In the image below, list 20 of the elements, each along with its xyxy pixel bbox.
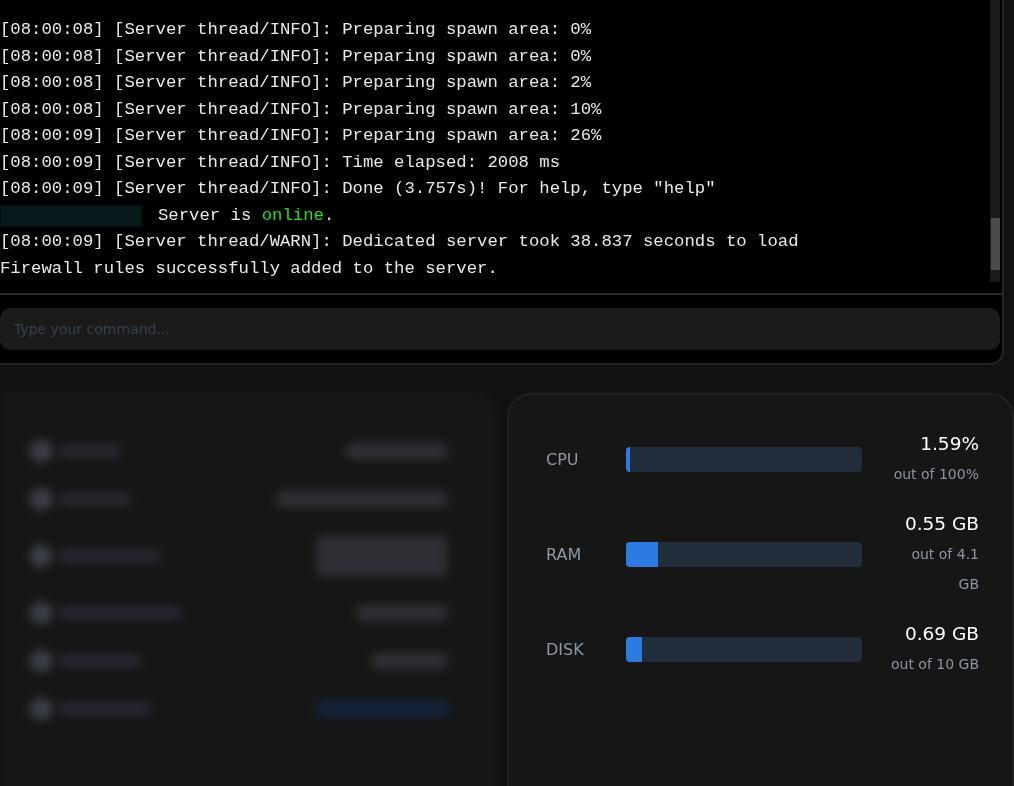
log-line: [08:00:09] [Server thread/INFO]: Preparing spawn area: 26% — [0, 125, 603, 147]
log-line: [08:00:08] [Server thread/INFO]: Preparing spawn area: 0% — [0, 19, 593, 41]
resource-label: RAM — [546, 544, 583, 564]
usage-total: out of 100% — [892, 465, 979, 484]
usage-value: 1.59% — [919, 432, 979, 456]
log-line: [08:00:08] [Server thread/INFO]: Preparing spawn area: 0% — [0, 45, 593, 68]
log-line: [08:00:08] [Server thread/INFO]: Preparing spawn area: 2% — [0, 72, 593, 94]
resource-label: DISK — [546, 639, 585, 659]
log-line: Firewall rules successfully added to the server. — [0, 257, 499, 280]
log-line: [08:00:09] [Server thread/INFO]: Done (3.757s)! For help, type "help" — [0, 178, 717, 200]
log-line: [08:00:09] [Server thread/WARN]: Dedicated server took 38.837 seconds to load — [0, 231, 800, 253]
usage-value: 0.55 GB — [903, 512, 979, 536]
status-line: Server is online. — [158, 204, 335, 227]
log-line: [08:00:08] [Server thread/INFO]: Preparing spawn area: 10% — [0, 98, 603, 121]
resource-label: CPU — [546, 449, 580, 469]
usage-total: out of 4.1 GB — [910, 545, 979, 594]
log-line: [08:00:09] [Server thread/INFO]: Time elapsed: 2008 ms — [0, 151, 561, 174]
usage-value: 0.69 GB — [903, 622, 979, 646]
usage-total: out of 10 GB — [889, 655, 979, 674]
scrollbar[interactable] — [990, 0, 1000, 282]
